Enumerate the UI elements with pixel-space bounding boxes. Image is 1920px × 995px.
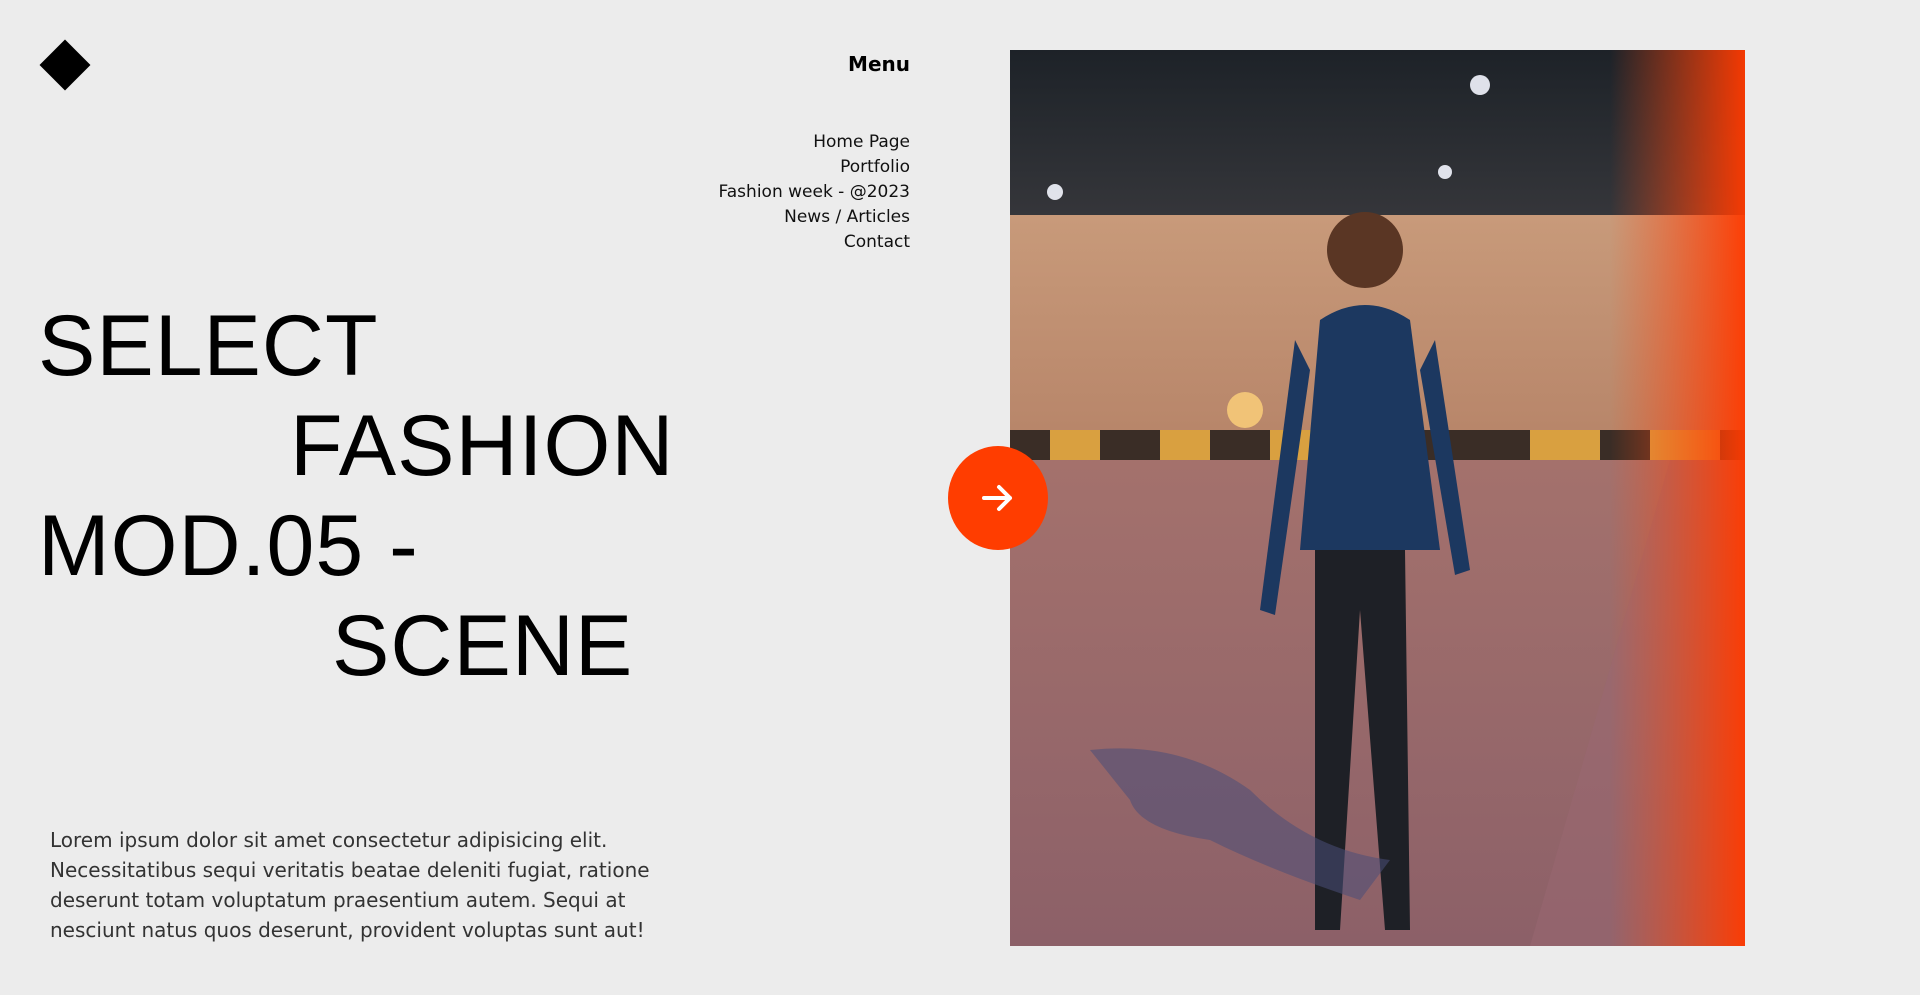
- nav-item-fashion-week[interactable]: Fashion week - @2023: [719, 180, 910, 205]
- photo-illustration: [1010, 50, 1745, 946]
- next-slide-button[interactable]: [948, 446, 1048, 550]
- hero-photo: [1010, 50, 1745, 946]
- headline-line: SELECT: [38, 298, 379, 394]
- nav-menu: Home Page Portfolio Fashion week - @2023…: [719, 130, 910, 255]
- arrow-right-icon: [982, 485, 1012, 511]
- nav-item-contact[interactable]: Contact: [719, 230, 910, 255]
- headline-line: FASHION: [290, 398, 675, 494]
- nav-item-news[interactable]: News / Articles: [719, 205, 910, 230]
- headline-line: SCENE: [332, 598, 634, 694]
- headline-line: MOD.05 -: [38, 498, 419, 594]
- menu-button[interactable]: Menu: [848, 52, 910, 76]
- nav-item-portfolio[interactable]: Portfolio: [719, 155, 910, 180]
- hero-description: Lorem ipsum dolor sit amet consectetur a…: [50, 828, 650, 942]
- hero-headline: SELECT FASHION MOD.05 - SCENE: [38, 296, 675, 696]
- diamond-icon[interactable]: [39, 39, 91, 91]
- nav-item-home[interactable]: Home Page: [719, 130, 910, 155]
- page: Menu Home Page Portfolio Fashion week - …: [0, 0, 1920, 995]
